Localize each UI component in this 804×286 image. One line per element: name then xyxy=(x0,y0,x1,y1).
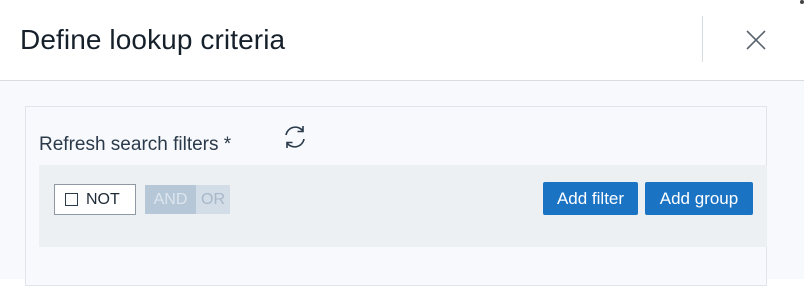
refresh-icon[interactable] xyxy=(281,123,309,151)
not-checkbox[interactable] xyxy=(65,193,78,206)
dialog-title: Define lookup criteria xyxy=(20,24,286,55)
dialog-body: Refresh search filters * NOT AND OR Add … xyxy=(0,81,804,286)
add-filter-button[interactable]: Add filter xyxy=(543,182,638,215)
or-button[interactable]: OR xyxy=(196,185,230,214)
refresh-search-filters-label: Refresh search filters * xyxy=(39,134,232,155)
corner-mark xyxy=(800,0,804,4)
not-toggle[interactable]: NOT xyxy=(54,184,136,215)
and-button[interactable]: AND xyxy=(145,185,196,214)
close-icon xyxy=(746,30,766,50)
not-label: NOT xyxy=(86,190,120,208)
add-group-button[interactable]: Add group xyxy=(645,182,753,215)
filter-group: NOT AND OR Add filter Add group xyxy=(39,165,767,247)
header-divider xyxy=(702,16,703,62)
criteria-panel: Refresh search filters * NOT AND OR Add … xyxy=(25,106,767,286)
close-button[interactable] xyxy=(736,22,776,58)
dialog-header: Define lookup criteria xyxy=(0,0,804,81)
